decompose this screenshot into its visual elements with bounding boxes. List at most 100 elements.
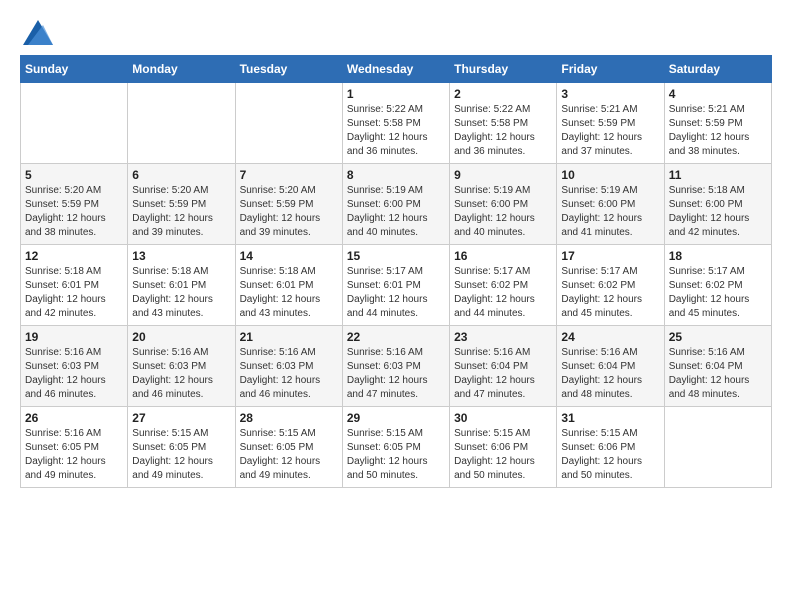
calendar-day-cell: 11Sunrise: 5:18 AM Sunset: 6:00 PM Dayli… <box>664 164 771 245</box>
calendar-day-cell: 9Sunrise: 5:19 AM Sunset: 6:00 PM Daylig… <box>450 164 557 245</box>
day-number: 19 <box>25 330 123 344</box>
page-header <box>20 20 772 45</box>
calendar-day-cell: 1 Sunrise: 5:22 AM Sunset: 5:58 PM Daylig… <box>342 83 449 164</box>
calendar-day-cell: 29 Sunrise: 5:15 AM Sunset: 6:05 PM Dayli… <box>342 407 449 488</box>
day-info: Sunrise: 5:15 AM Sunset: 6:05 PM Dayligh… <box>132 427 230 483</box>
day-number: 14 <box>240 249 338 263</box>
calendar-empty-cell <box>128 83 235 164</box>
day-info: Sunrise: 5:22 AM Sunset: 5:58 PM Dayligh… <box>454 103 552 159</box>
calendar-day-cell: 15 Sunrise: 5:17 AM Sunset: 6:01 PM Dayli… <box>342 245 449 326</box>
day-number: 27 <box>132 411 230 425</box>
calendar-day-cell: 28 Sunrise: 5:15 AM Sunset: 6:05 PM Dayli… <box>235 407 342 488</box>
calendar-day-cell: 27 Sunrise: 5:15 AM Sunset: 6:05 PM Dayli… <box>128 407 235 488</box>
day-info: Sunrise: 5:16 AM Sunset: 6:03 PM Dayligh… <box>347 346 445 402</box>
day-number: 3 <box>561 87 659 101</box>
day-info: Sunrise: 5:20 AM Sunset: 5:59 PM Dayligh… <box>132 184 230 240</box>
day-info: Sunrise: 5:17 AM Sunset: 6:02 PM Dayligh… <box>561 265 659 321</box>
day-info: Sunrise: 5:18 AM Sunset: 6:00 PM Dayligh… <box>669 184 767 240</box>
day-number: 12 <box>25 249 123 263</box>
calendar-day-cell: 18 Sunrise: 5:17 AM Sunset: 6:02 PM Dayli… <box>664 245 771 326</box>
weekday-header-wednesday: Wednesday <box>342 56 449 83</box>
day-info: Sunrise: 5:17 AM Sunset: 6:02 PM Dayligh… <box>669 265 767 321</box>
day-info: Sunrise: 5:19 AM Sunset: 6:00 PM Dayligh… <box>454 184 552 240</box>
day-number: 24 <box>561 330 659 344</box>
calendar-day-cell: 5 Sunrise: 5:20 AM Sunset: 5:59 PM Daylig… <box>21 164 128 245</box>
calendar-week-row: 19 Sunrise: 5:16 AM Sunset: 6:03 PM Dayli… <box>21 326 772 407</box>
day-number: 2 <box>454 87 552 101</box>
calendar-day-cell: 30 Sunrise: 5:15 AM Sunset: 6:06 PM Dayli… <box>450 407 557 488</box>
day-info: Sunrise: 5:15 AM Sunset: 6:05 PM Dayligh… <box>347 427 445 483</box>
day-number: 6 <box>132 168 230 182</box>
logo-icon <box>23 20 53 45</box>
day-info: Sunrise: 5:16 AM Sunset: 6:05 PM Dayligh… <box>25 427 123 483</box>
day-number: 28 <box>240 411 338 425</box>
day-number: 7 <box>240 168 338 182</box>
weekday-header-monday: Monday <box>128 56 235 83</box>
calendar-day-cell: 2 Sunrise: 5:22 AM Sunset: 5:58 PM Daylig… <box>450 83 557 164</box>
day-number: 26 <box>25 411 123 425</box>
calendar-day-cell: 17 Sunrise: 5:17 AM Sunset: 6:02 PM Dayli… <box>557 245 664 326</box>
calendar-day-cell: 24 Sunrise: 5:16 AM Sunset: 6:04 PM Dayli… <box>557 326 664 407</box>
day-number: 20 <box>132 330 230 344</box>
day-info: Sunrise: 5:16 AM Sunset: 6:04 PM Dayligh… <box>669 346 767 402</box>
day-info: Sunrise: 5:16 AM Sunset: 6:04 PM Dayligh… <box>454 346 552 402</box>
day-number: 22 <box>347 330 445 344</box>
day-info: Sunrise: 5:20 AM Sunset: 5:59 PM Dayligh… <box>240 184 338 240</box>
weekday-header-friday: Friday <box>557 56 664 83</box>
day-number: 10 <box>561 168 659 182</box>
day-info: Sunrise: 5:19 AM Sunset: 6:00 PM Dayligh… <box>347 184 445 240</box>
day-number: 16 <box>454 249 552 263</box>
calendar-empty-cell <box>21 83 128 164</box>
day-info: Sunrise: 5:18 AM Sunset: 6:01 PM Dayligh… <box>25 265 123 321</box>
calendar-week-row: 5 Sunrise: 5:20 AM Sunset: 5:59 PM Daylig… <box>21 164 772 245</box>
day-number: 17 <box>561 249 659 263</box>
calendar-day-cell: 10 Sunrise: 5:19 AM Sunset: 6:00 PM Dayli… <box>557 164 664 245</box>
calendar-week-row: 1 Sunrise: 5:22 AM Sunset: 5:58 PM Daylig… <box>21 83 772 164</box>
day-number: 15 <box>347 249 445 263</box>
day-info: Sunrise: 5:17 AM Sunset: 6:02 PM Dayligh… <box>454 265 552 321</box>
calendar-day-cell: 22 Sunrise: 5:16 AM Sunset: 6:03 PM Dayli… <box>342 326 449 407</box>
day-info: Sunrise: 5:20 AM Sunset: 5:59 PM Dayligh… <box>25 184 123 240</box>
day-info: Sunrise: 5:17 AM Sunset: 6:01 PM Dayligh… <box>347 265 445 321</box>
day-info: Sunrise: 5:18 AM Sunset: 6:01 PM Dayligh… <box>240 265 338 321</box>
calendar-week-row: 12 Sunrise: 5:18 AM Sunset: 6:01 PM Dayli… <box>21 245 772 326</box>
calendar-week-row: 26 Sunrise: 5:16 AM Sunset: 6:05 PM Dayli… <box>21 407 772 488</box>
day-number: 5 <box>25 168 123 182</box>
day-number: 18 <box>669 249 767 263</box>
day-number: 23 <box>454 330 552 344</box>
calendar-day-cell: 19 Sunrise: 5:16 AM Sunset: 6:03 PM Dayli… <box>21 326 128 407</box>
day-info: Sunrise: 5:15 AM Sunset: 6:06 PM Dayligh… <box>454 427 552 483</box>
weekday-header-tuesday: Tuesday <box>235 56 342 83</box>
day-number: 31 <box>561 411 659 425</box>
day-info: Sunrise: 5:15 AM Sunset: 6:05 PM Dayligh… <box>240 427 338 483</box>
day-info: Sunrise: 5:22 AM Sunset: 5:58 PM Dayligh… <box>347 103 445 159</box>
day-info: Sunrise: 5:21 AM Sunset: 5:59 PM Dayligh… <box>669 103 767 159</box>
calendar-day-cell: 20 Sunrise: 5:16 AM Sunset: 6:03 PM Dayli… <box>128 326 235 407</box>
calendar-day-cell: 26 Sunrise: 5:16 AM Sunset: 6:05 PM Dayli… <box>21 407 128 488</box>
calendar-day-cell: 12 Sunrise: 5:18 AM Sunset: 6:01 PM Dayli… <box>21 245 128 326</box>
day-number: 30 <box>454 411 552 425</box>
logo <box>20 20 53 45</box>
day-info: Sunrise: 5:16 AM Sunset: 6:03 PM Dayligh… <box>132 346 230 402</box>
day-info: Sunrise: 5:15 AM Sunset: 6:06 PM Dayligh… <box>561 427 659 483</box>
day-number: 29 <box>347 411 445 425</box>
weekday-header-saturday: Saturday <box>664 56 771 83</box>
calendar-day-cell: 7 Sunrise: 5:20 AM Sunset: 5:59 PM Daylig… <box>235 164 342 245</box>
calendar-day-cell: 14 Sunrise: 5:18 AM Sunset: 6:01 PM Dayli… <box>235 245 342 326</box>
calendar-day-cell: 8Sunrise: 5:19 AM Sunset: 6:00 PM Daylig… <box>342 164 449 245</box>
day-number: 21 <box>240 330 338 344</box>
calendar-day-cell: 4Sunrise: 5:21 AM Sunset: 5:59 PM Daylig… <box>664 83 771 164</box>
calendar-day-cell: 3Sunrise: 5:21 AM Sunset: 5:59 PM Daylig… <box>557 83 664 164</box>
day-info: Sunrise: 5:16 AM Sunset: 6:04 PM Dayligh… <box>561 346 659 402</box>
calendar-table: SundayMondayTuesdayWednesdayThursdayFrid… <box>20 55 772 488</box>
calendar-day-cell: 23 Sunrise: 5:16 AM Sunset: 6:04 PM Dayli… <box>450 326 557 407</box>
day-info: Sunrise: 5:16 AM Sunset: 6:03 PM Dayligh… <box>25 346 123 402</box>
weekday-header-row: SundayMondayTuesdayWednesdayThursdayFrid… <box>21 56 772 83</box>
day-info: Sunrise: 5:19 AM Sunset: 6:00 PM Dayligh… <box>561 184 659 240</box>
calendar-day-cell: 13 Sunrise: 5:18 AM Sunset: 6:01 PM Dayli… <box>128 245 235 326</box>
day-info: Sunrise: 5:18 AM Sunset: 6:01 PM Dayligh… <box>132 265 230 321</box>
day-number: 1 <box>347 87 445 101</box>
day-number: 13 <box>132 249 230 263</box>
calendar-day-cell: 21Sunrise: 5:16 AM Sunset: 6:03 PM Dayli… <box>235 326 342 407</box>
calendar-empty-cell <box>235 83 342 164</box>
